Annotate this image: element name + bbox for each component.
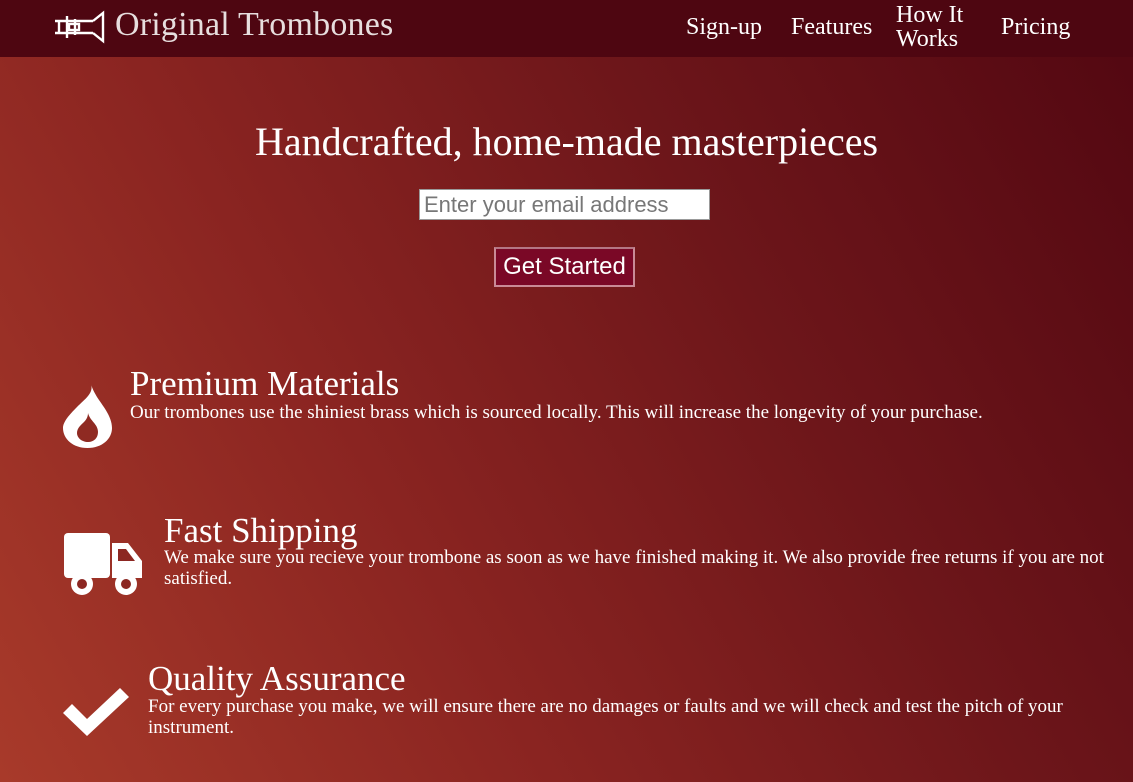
feature-text-premium-materials: Our trombones use the shiniest brass whi… bbox=[130, 402, 983, 423]
feature-title-premium-materials: Premium Materials bbox=[130, 364, 400, 403]
feature-text-fast-shipping: We make sure you recieve your trombone a… bbox=[164, 547, 1104, 589]
feature-title-fast-shipping: Fast Shipping bbox=[164, 511, 358, 550]
flame-icon bbox=[63, 384, 112, 448]
hero-title: Handcrafted, home-made masterpieces bbox=[254, 119, 879, 164]
feature-text-quality-assurance: For every purchase you make, we will ens… bbox=[148, 696, 1063, 738]
brand-name[interactable]: Original Trombones bbox=[115, 3, 393, 47]
checkmark-icon bbox=[63, 688, 129, 736]
nav-link-features[interactable]: Features bbox=[791, 15, 872, 39]
email-input[interactable] bbox=[419, 189, 710, 220]
truck-icon bbox=[64, 533, 142, 595]
nav-link-sign-up[interactable]: Sign-up bbox=[686, 15, 762, 39]
feature-title-quality-assurance: Quality Assurance bbox=[148, 659, 406, 698]
get-started-button[interactable]: Get Started bbox=[494, 247, 635, 287]
nav-link-pricing[interactable]: Pricing bbox=[1001, 15, 1070, 39]
trombone-icon[interactable] bbox=[53, 9, 105, 45]
header-bar: Original Trombones Sign-up Features How … bbox=[0, 0, 1133, 57]
nav-link-how-it-works[interactable]: How It Works bbox=[896, 3, 976, 51]
